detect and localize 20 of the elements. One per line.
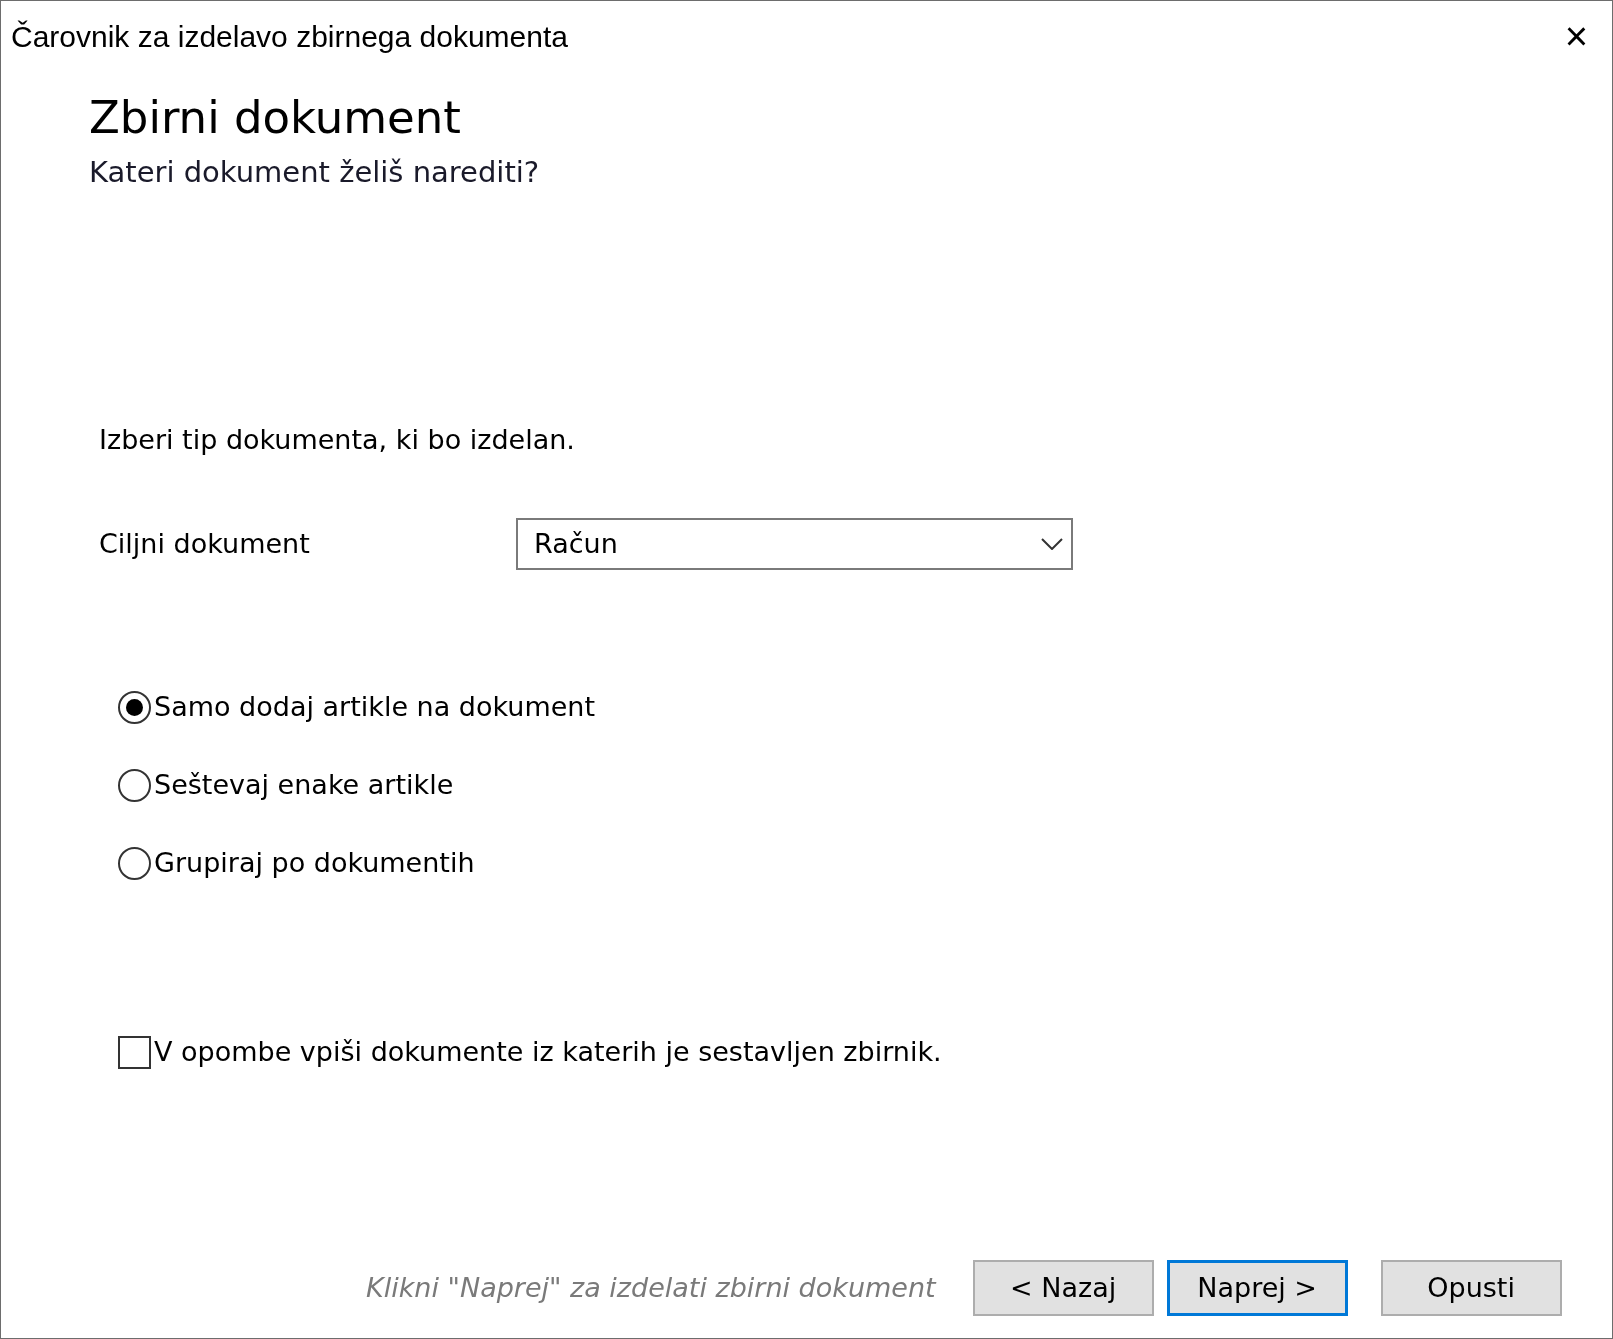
radio-button[interactable] [118,768,151,802]
next-button[interactable]: Naprej > [1166,1260,1348,1316]
option-label[interactable]: Grupiraj po dokumentih [154,846,475,880]
checkbox-label[interactable]: V opombe vpiši dokumente iz katerih je sestavljen zbirnik. [154,1035,942,1069]
hint-text: Klikni "Naprej" za izdelati zbirni dokument [366,1270,936,1305]
field-label: Ciljni dokument [99,526,311,561]
chevron-down-icon [1041,538,1063,550]
close-button[interactable]: × [1550,16,1602,56]
checkbox[interactable] [118,1035,151,1069]
document-type-dropdown[interactable]: Račun [516,518,1073,570]
back-button[interactable]: < Nazaj [972,1260,1154,1316]
page-subtitle: Kateri dokument želiš narediti? [89,154,541,191]
cancel-button[interactable]: Opusti [1380,1260,1562,1316]
option-label[interactable]: Seštevaj enake artikle [154,768,454,802]
option-label[interactable]: Samo dodaj artikle na dokument [154,690,595,724]
radio-button[interactable] [118,690,151,724]
window-title: Čarovnik za izdelavo zbirnega dokumenta [11,18,568,55]
page-heading: Zbirni dokument [89,91,462,145]
instruction-text: Izberi tip dokumenta, ki bo izdelan. [99,422,576,457]
radio-button[interactable] [118,846,151,880]
